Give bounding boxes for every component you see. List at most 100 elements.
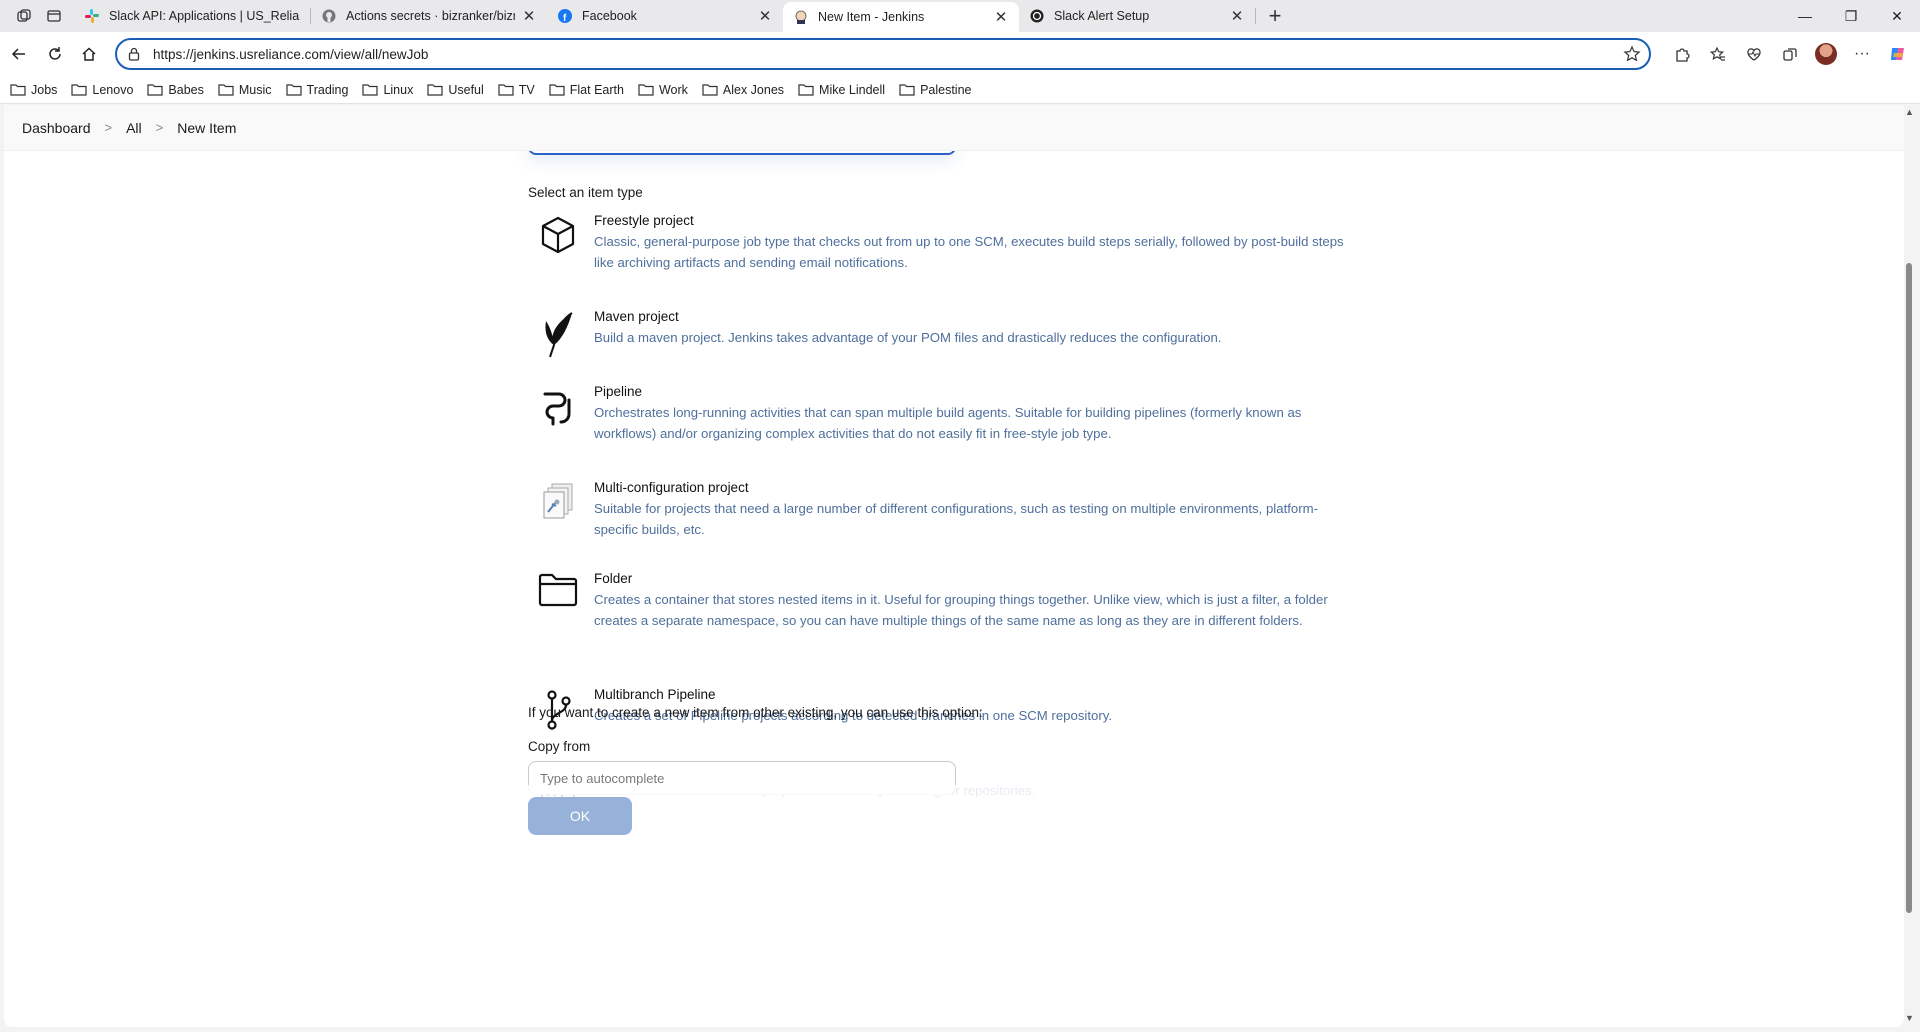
- bookmark-label: Jobs: [31, 82, 58, 97]
- browser-essentials-icon[interactable]: [1736, 38, 1772, 70]
- restore-icon[interactable]: ❐: [1828, 0, 1874, 32]
- folder-icon: [702, 84, 718, 96]
- slack-icon: [84, 8, 100, 24]
- copy-hint-text: If you want to create a new item from ot…: [528, 705, 983, 720]
- chevron-right-icon: >: [155, 120, 164, 135]
- folder-icon: [899, 84, 915, 96]
- item-description: Orchestrates long-running activities tha…: [594, 405, 1302, 441]
- chevron-right-icon: >: [104, 120, 113, 135]
- item-name: Maven project: [594, 309, 679, 324]
- scroll-thumb[interactable]: [1906, 263, 1912, 913]
- item-type-multi-configuration[interactable]: Multi-configuration project Suitable for…: [528, 478, 1368, 540]
- folder-icon: [71, 84, 88, 96]
- folder-icon: [528, 569, 588, 613]
- item-name: Multibranch Pipeline: [594, 687, 716, 702]
- folder-icon: [549, 84, 565, 96]
- bottom-app-bar: [4, 785, 1904, 852]
- bookmark-folder[interactable]: Babes: [147, 83, 204, 97]
- browser-tab-bar: Slack API: Applications | US_Relian Acti…: [0, 0, 1920, 32]
- bookmark-folder[interactable]: Lenovo: [71, 83, 133, 97]
- page-scrollbar[interactable]: ▲ ▼: [1903, 105, 1917, 1027]
- item-type-pipeline[interactable]: Pipeline Orchestrates long-running activ…: [528, 382, 1368, 444]
- item-type-folder[interactable]: Folder Creates a container that stores n…: [528, 569, 1368, 631]
- workspaces-icon[interactable]: [10, 2, 38, 30]
- favorite-star-icon[interactable]: [1623, 45, 1641, 63]
- window-controls: — ❐ ✕: [1782, 0, 1920, 32]
- back-icon[interactable]: [2, 37, 36, 71]
- copy-from-label: Copy from: [528, 739, 591, 754]
- tab-github-secrets[interactable]: Actions secrets · bizranker/bizrank ✕: [311, 0, 547, 32]
- bookmark-label: Music: [238, 82, 272, 97]
- folder-icon: [427, 84, 443, 96]
- close-tab-icon[interactable]: ✕: [757, 8, 773, 25]
- browser-right-tools: ···: [1664, 38, 1916, 70]
- bookmark-folder[interactable]: Palestine: [899, 82, 972, 97]
- tab-jenkins-new-item[interactable]: New Item - Jenkins ✕: [783, 2, 1019, 32]
- breadcrumb-dashboard[interactable]: Dashboard: [22, 120, 91, 136]
- copilot-icon[interactable]: [1880, 38, 1916, 70]
- close-tab-icon[interactable]: ✕: [521, 8, 537, 25]
- tab-slack-alert-setup[interactable]: Slack Alert Setup ✕: [1019, 0, 1255, 32]
- bookmark-label: Alex Jones: [722, 82, 785, 97]
- bookmark-label: Useful: [448, 82, 484, 97]
- bookmark-folder[interactable]: Work: [638, 83, 688, 97]
- bookmark-folder[interactable]: Alex Jones: [702, 83, 784, 97]
- tab-title: Slack API: Applications | US_Relian: [109, 9, 300, 23]
- breadcrumb: Dashboard > All > New Item: [4, 105, 1904, 151]
- scroll-up-icon[interactable]: ▲: [1905, 107, 1914, 117]
- page-viewport: Select an item type Freestyle project Cl…: [4, 105, 1904, 1027]
- item-description: Creates a container that stores nested i…: [594, 592, 1328, 628]
- favorites-icon[interactable]: [1700, 38, 1736, 70]
- bookmark-folder[interactable]: Mike Lindell: [798, 83, 885, 97]
- tab-slack-api[interactable]: Slack API: Applications | US_Relian: [74, 0, 310, 32]
- folder-icon: [498, 84, 514, 96]
- close-tab-icon[interactable]: ✕: [993, 9, 1009, 26]
- extensions-icon[interactable]: [1664, 38, 1700, 70]
- folder-icon: [638, 84, 654, 96]
- profile-avatar[interactable]: [1808, 38, 1844, 70]
- bookmark-label: Flat Earth: [569, 82, 624, 97]
- breadcrumb-all[interactable]: All: [126, 120, 142, 136]
- tab-title: Actions secrets · bizranker/bizrank: [346, 9, 515, 23]
- tab-facebook[interactable]: f Facebook ✕: [547, 0, 783, 32]
- bookmark-label: Linux: [383, 82, 414, 97]
- bookmark-label: TV: [518, 82, 535, 97]
- more-options-icon[interactable]: ···: [1844, 38, 1880, 70]
- multi-config-icon: [528, 478, 588, 522]
- bookmark-folder[interactable]: Jobs: [10, 83, 57, 97]
- bookmark-folder[interactable]: Flat Earth: [549, 83, 624, 97]
- item-type-freestyle[interactable]: Freestyle project Classic, general-purpo…: [528, 211, 1368, 273]
- bookmark-folder[interactable]: Useful: [427, 82, 484, 97]
- lock-icon[interactable]: [127, 46, 143, 62]
- item-name: Multi-configuration project: [594, 480, 749, 495]
- bookmark-folder[interactable]: Linux: [362, 83, 413, 97]
- new-tab-icon[interactable]: +: [1260, 1, 1290, 31]
- item-description: Build a maven project. Jenkins takes adv…: [594, 330, 1222, 345]
- item-type-maven[interactable]: Maven project Build a maven project. Jen…: [528, 307, 1368, 358]
- address-bar[interactable]: https://jenkins.usreliance.com/view/all/…: [115, 38, 1651, 70]
- browser-toolbar: https://jenkins.usreliance.com/view/all/…: [0, 32, 1920, 76]
- breadcrumb-new-item[interactable]: New Item: [177, 120, 236, 136]
- maven-feather-icon: [528, 307, 588, 358]
- bookmark-folder[interactable]: Trading: [285, 83, 348, 97]
- bookmark-folder[interactable]: Music: [218, 83, 272, 97]
- folder-icon: [798, 84, 814, 96]
- item-name: Folder: [594, 571, 633, 586]
- home-icon[interactable]: [72, 37, 106, 71]
- tab-title: Slack Alert Setup: [1054, 9, 1150, 23]
- tab-actions-icon[interactable]: [40, 2, 68, 30]
- tab-title: New Item - Jenkins: [818, 10, 925, 24]
- refresh-icon[interactable]: [38, 37, 72, 71]
- bookmark-folder[interactable]: TV: [498, 83, 535, 97]
- bookmark-label: Palestine: [920, 82, 972, 97]
- item-name: Freestyle project: [594, 213, 694, 228]
- close-window-icon[interactable]: ✕: [1874, 0, 1920, 32]
- minimize-icon[interactable]: —: [1782, 0, 1828, 32]
- close-tab-icon[interactable]: ✕: [1229, 8, 1245, 25]
- section-title: Select an item type: [528, 185, 643, 200]
- freestyle-cube-icon: [528, 211, 588, 255]
- scroll-down-icon[interactable]: ▼: [1905, 1013, 1914, 1023]
- ok-button[interactable]: OK: [528, 797, 632, 835]
- url-text[interactable]: https://jenkins.usreliance.com/view/all/…: [153, 47, 428, 62]
- collections-icon[interactable]: [1772, 38, 1808, 70]
